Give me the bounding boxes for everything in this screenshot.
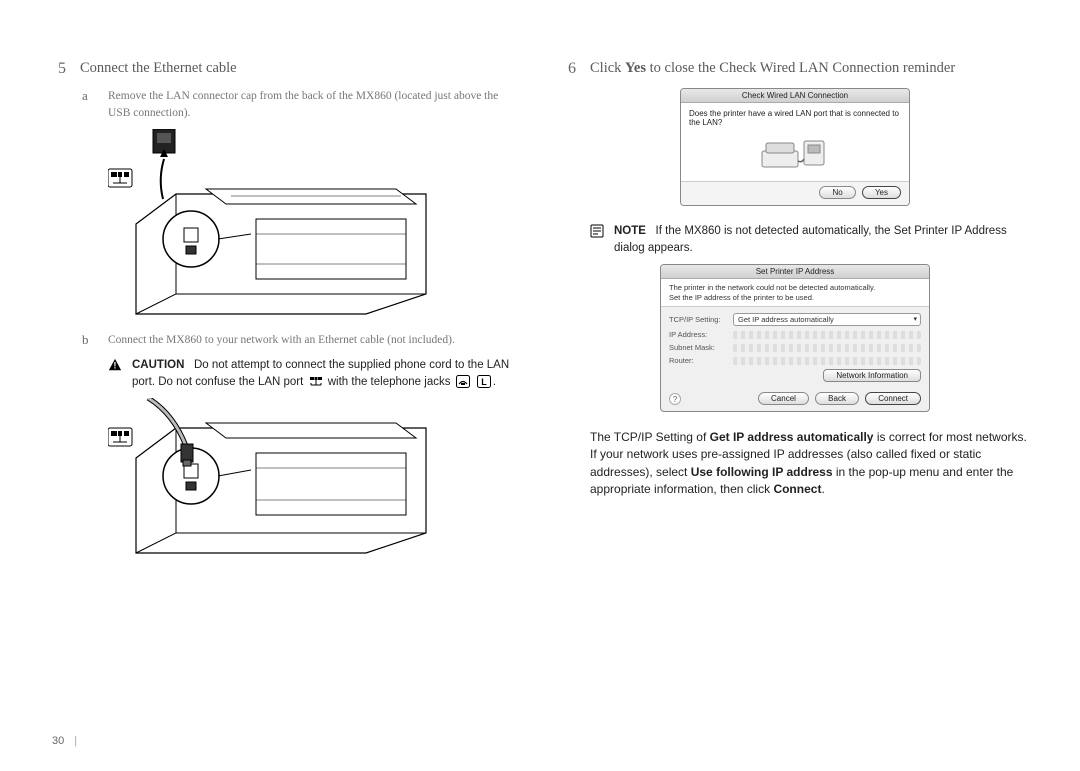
step-5b: b Connect the MX860 to your network with…: [82, 332, 520, 349]
phone-jack-icon: [456, 375, 470, 388]
dialog-check-lan: Check Wired LAN Connection Does the prin…: [560, 88, 1030, 209]
step-5a: a Remove the LAN connector cap from the …: [82, 88, 520, 121]
subnet-mask-field[interactable]: [733, 344, 921, 352]
dialog1-body: Does the printer have a wired LAN port t…: [689, 109, 901, 127]
step-5-number: 5: [50, 60, 66, 78]
tcp-ip-label: TCP/IP Setting:: [669, 315, 727, 324]
illustration-connect-cable: [108, 398, 520, 586]
dialog2-connect-button[interactable]: Connect: [865, 392, 921, 405]
caution-text: CAUTION Do not attempt to connect the su…: [132, 357, 520, 390]
router-label: Router:: [669, 356, 727, 365]
note-icon: [590, 224, 604, 238]
step-5-header: 5 Connect the Ethernet cable: [50, 60, 520, 78]
network-info-button[interactable]: Network Information: [823, 369, 921, 382]
lan-port-icon: [309, 376, 323, 388]
caution-label: CAUTION: [132, 359, 184, 371]
dialog1-illustration-icon: [760, 133, 830, 173]
note-block: NOTE If the MX860 is not detected automa…: [590, 223, 1030, 256]
dialog2-message: The printer in the network could not be …: [661, 279, 929, 307]
warning-icon: !: [108, 358, 122, 372]
step-6-number: 6: [560, 60, 576, 78]
dialog1-title: Check Wired LAN Connection: [681, 89, 909, 103]
caution-block: ! CAUTION Do not attempt to connect the …: [108, 357, 520, 390]
step-6-title: Click Yes to close the Check Wired LAN C…: [590, 60, 955, 78]
sub-text-b: Connect the MX860 to your network with a…: [108, 332, 455, 349]
step-5-title: Connect the Ethernet cable: [80, 60, 237, 78]
note-text: NOTE If the MX860 is not detected automa…: [614, 223, 1030, 256]
ip-address-label: IP Address:: [669, 330, 727, 339]
sub-letter-b: b: [82, 332, 94, 349]
left-column: 5 Connect the Ethernet cable a Remove th…: [50, 60, 520, 596]
right-column: 6 Click Yes to close the Check Wired LAN…: [560, 60, 1030, 596]
help-icon[interactable]: ?: [669, 393, 681, 405]
l-jack-icon: L: [477, 375, 491, 388]
tcp-ip-select[interactable]: Get IP address automatically ▾: [733, 313, 921, 326]
page-number: 30|: [52, 735, 77, 747]
step-6-header: 6 Click Yes to close the Check Wired LAN…: [560, 60, 1030, 78]
dialog2-title: Set Printer IP Address: [661, 265, 929, 279]
dialog2-back-button[interactable]: Back: [815, 392, 859, 405]
dialog2-cancel-button[interactable]: Cancel: [758, 392, 809, 405]
svg-text:!: !: [114, 361, 117, 371]
sub-text-a: Remove the LAN connector cap from the ba…: [108, 88, 520, 121]
note-label: NOTE: [614, 225, 646, 237]
dialog1-no-button[interactable]: No: [819, 186, 855, 199]
illustration-remove-cap: [108, 129, 520, 322]
sub-letter-a: a: [82, 88, 94, 121]
dialog-set-ip: Set Printer IP Address The printer in th…: [560, 264, 1030, 415]
subnet-mask-label: Subnet Mask:: [669, 343, 727, 352]
tcp-ip-explanation: The TCP/IP Setting of Get IP address aut…: [590, 429, 1030, 499]
svg-text:L: L: [481, 377, 487, 387]
ip-address-field[interactable]: [733, 331, 921, 339]
router-field[interactable]: [733, 357, 921, 365]
dialog1-yes-button[interactable]: Yes: [862, 186, 901, 199]
